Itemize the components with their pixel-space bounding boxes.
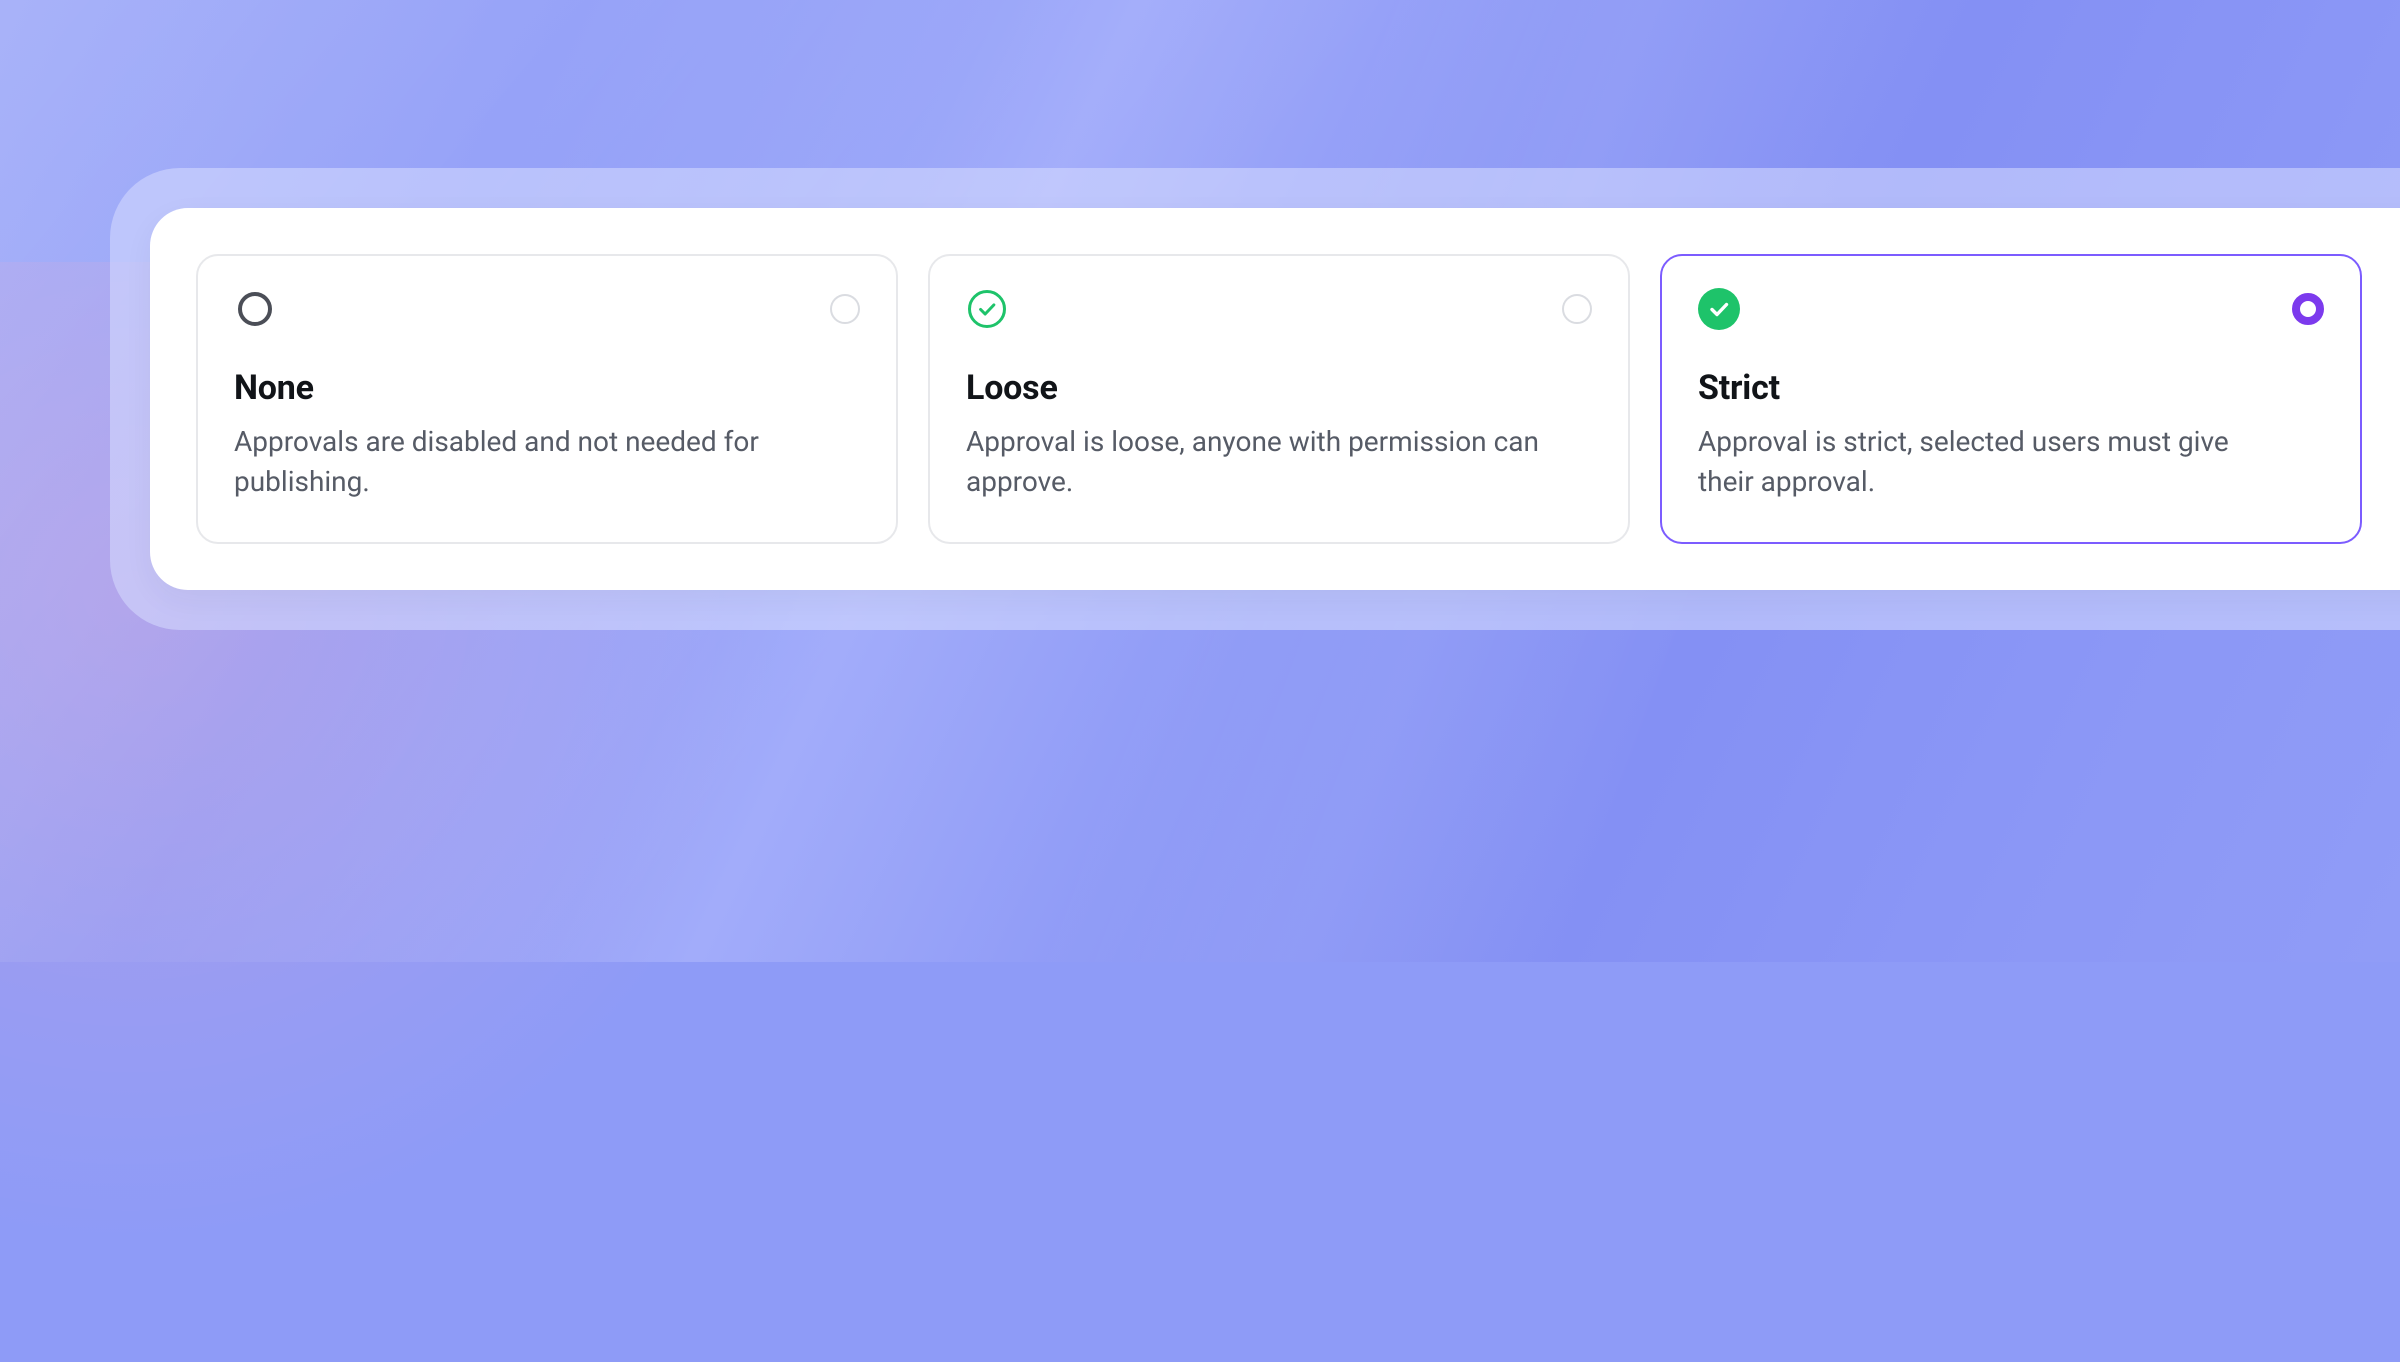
radio-indicator[interactable] [830,294,860,324]
approval-options-panel: None Approvals are disabled and not need… [150,208,2400,590]
option-title: Loose [966,368,1592,408]
option-card-none[interactable]: None Approvals are disabled and not need… [196,254,898,544]
panel-shell: None Approvals are disabled and not need… [110,168,2400,630]
option-title: Strict [1698,368,2324,408]
option-title: None [234,368,860,408]
option-card-header [1698,288,2324,330]
check-circle-solid-icon [1698,288,1740,330]
option-card-header [966,288,1592,330]
radio-indicator[interactable] [2292,293,2324,325]
option-description: Approvals are disabled and not needed fo… [234,422,824,502]
option-card-header [234,288,860,330]
option-card-strict[interactable]: Strict Approval is strict, selected user… [1660,254,2362,544]
radio-indicator[interactable] [1562,294,1592,324]
option-description: Approval is loose, anyone with permissio… [966,422,1556,502]
option-card-loose[interactable]: Loose Approval is loose, anyone with per… [928,254,1630,544]
option-description: Approval is strict, selected users must … [1698,422,2288,502]
circle-outline-icon [234,288,276,330]
check-circle-outline-icon [966,288,1008,330]
